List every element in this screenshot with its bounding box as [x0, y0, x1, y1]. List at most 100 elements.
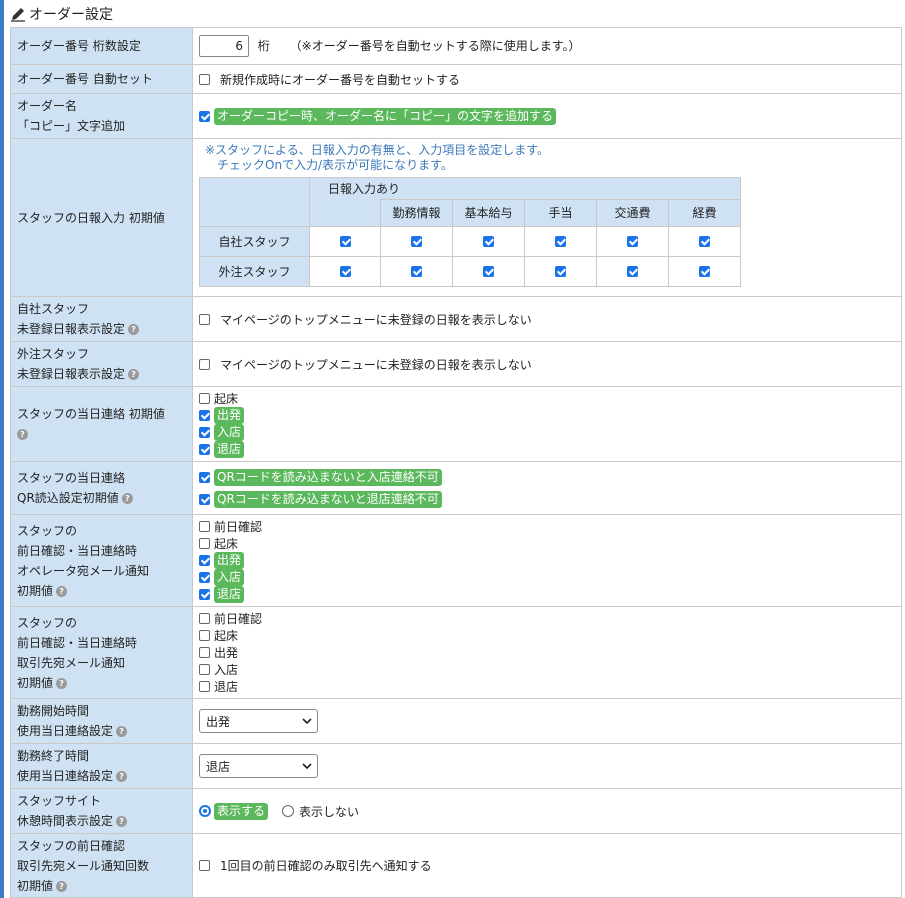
- daily-note-1: ※スタッフによる、日報入力の有無と、入力項目を設定します。: [205, 142, 550, 157]
- clientmail-label-2: 起床: [214, 629, 239, 643]
- end-time-select[interactable]: 退店: [199, 754, 318, 778]
- rest-show-label[interactable]: 表示する: [214, 802, 269, 820]
- start-time-select[interactable]: 出発: [199, 709, 318, 733]
- help-icon[interactable]: ?: [116, 816, 128, 827]
- sameday-option-2[interactable]: 出発: [199, 407, 901, 424]
- opmail-option-4[interactable]: 入店: [199, 569, 901, 586]
- daily-own-col1-checkbox[interactable]: [411, 236, 422, 247]
- label-sameday: スタッフの当日連絡 初期値: [17, 407, 165, 421]
- daily-ext-enabled-checkbox[interactable]: [339, 266, 351, 277]
- label-order-autoset: オーダー番号 自動セット: [10, 64, 193, 94]
- prev-confirm-checkbox[interactable]: [199, 860, 210, 871]
- prev-confirm-label: 1回目の前日確認のみ取引先へ通知する: [220, 859, 432, 873]
- qr-option-1[interactable]: QRコードを読み込まないと入店連絡不可: [199, 466, 901, 488]
- autoset-checkbox[interactable]: [199, 73, 210, 85]
- qr-label-1: QRコードを読み込まないと入店連絡不可: [214, 468, 442, 486]
- help-icon[interactable]: ?: [56, 880, 68, 892]
- label-own-unreg-1: 自社スタッフ: [17, 302, 90, 316]
- prev-confirm-option[interactable]: 1回目の前日確認のみ取引先へ通知する: [199, 857, 901, 874]
- opmail-option-1[interactable]: 前日確認: [199, 518, 901, 535]
- own-unreg-checkbox[interactable]: [199, 313, 210, 325]
- ext-unreg-option[interactable]: マイページのトップメニューに未登録の日報を表示しない: [199, 356, 901, 373]
- clientmail-checkbox-1[interactable]: [199, 613, 210, 624]
- daily-ext-col1-checkbox[interactable]: [411, 266, 422, 277]
- order-settings-page: オーダー設定 オーダー番号 桁数設定 6 桁 （※オーダー番号を自動セットする際…: [0, 0, 905, 898]
- help-icon[interactable]: ?: [17, 429, 28, 440]
- qr-option-2[interactable]: QRコードを読み込まないと退店連絡不可: [199, 488, 901, 510]
- row-daily-report: スタッフの日報入力 初期値 ※スタッフによる、日報入力の有無と、入力項目を設定し…: [10, 138, 902, 297]
- copyname-checkbox[interactable]: [199, 110, 210, 122]
- daily-own-col4-checkbox[interactable]: [627, 236, 638, 247]
- clientmail-option-2[interactable]: 起床: [199, 627, 901, 644]
- start-time-selected: 出発: [206, 714, 231, 729]
- copyname-option[interactable]: オーダーコピー時、オーダー名に「コピー」の文字を追加する: [199, 107, 901, 125]
- daily-ext-col2-checkbox[interactable]: [483, 266, 494, 277]
- help-icon[interactable]: ?: [116, 726, 128, 737]
- clientmail-checkbox-3[interactable]: [199, 647, 210, 658]
- daily-own-enabled-checkbox[interactable]: [339, 236, 351, 247]
- label-prev-2: 取引先宛メール通知回数: [17, 858, 150, 873]
- sameday-checkbox-2[interactable]: [199, 410, 210, 421]
- label-start-2: 使用当日連絡設定: [17, 724, 114, 738]
- qr-checkbox-1[interactable]: [199, 471, 210, 483]
- row-end-time: 勤務終了時間 使用当日連絡設定? 退店: [10, 743, 902, 789]
- help-icon[interactable]: ?: [128, 324, 140, 335]
- opmail-label-1: 前日確認: [214, 520, 263, 534]
- digits-input[interactable]: 6: [199, 35, 249, 57]
- clientmail-option-3[interactable]: 出発: [199, 644, 901, 661]
- label-rest-2: 休憩時間表示設定: [17, 814, 114, 828]
- help-icon[interactable]: ?: [116, 771, 128, 782]
- sameday-checkbox-4[interactable]: [199, 444, 210, 455]
- daily-ext-col3-checkbox[interactable]: [555, 266, 566, 277]
- rest-show-radio[interactable]: [199, 805, 211, 817]
- sameday-option-4[interactable]: 退店: [199, 441, 901, 458]
- opmail-checkbox-2[interactable]: [199, 538, 210, 549]
- daily-own-col2-checkbox[interactable]: [483, 236, 494, 247]
- label-copy-name-2: 「コピー」文字追加: [17, 119, 126, 133]
- opmail-checkbox-3[interactable]: [199, 555, 210, 566]
- own-unreg-label: マイページのトップメニューに未登録の日報を表示しない: [220, 312, 532, 327]
- help-icon[interactable]: ?: [121, 493, 133, 504]
- sameday-checkbox-3[interactable]: [199, 427, 210, 438]
- qr-label-2: QRコードを読み込まないと退店連絡不可: [214, 490, 442, 508]
- ext-unreg-checkbox[interactable]: [199, 358, 210, 370]
- clientmail-option-1[interactable]: 前日確認: [199, 610, 901, 627]
- daily-group-header: 日報入力あり: [309, 176, 741, 199]
- rest-hide-radio[interactable]: [282, 805, 295, 817]
- opmail-option-2[interactable]: 起床: [199, 535, 901, 552]
- row-order-digits: オーダー番号 桁数設定 6 桁 （※オーダー番号を自動セットする際に使用します。…: [10, 27, 902, 65]
- sameday-checkbox-1[interactable]: [199, 393, 210, 404]
- opmail-checkbox-1[interactable]: [199, 521, 210, 532]
- daily-own-col3-checkbox[interactable]: [555, 236, 566, 247]
- clientmail-checkbox-2[interactable]: [199, 630, 210, 641]
- own-unreg-option[interactable]: マイページのトップメニューに未登録の日報を表示しない: [199, 311, 901, 328]
- autoset-option[interactable]: 新規作成時にオーダー番号を自動セットする: [199, 71, 901, 88]
- opmail-checkbox-5[interactable]: [199, 589, 210, 600]
- chevron-down-icon: [302, 763, 312, 769]
- sameday-option-1[interactable]: 起床: [199, 390, 901, 407]
- help-icon[interactable]: ?: [128, 369, 140, 380]
- opmail-option-3[interactable]: 出発: [199, 552, 901, 569]
- help-icon[interactable]: ?: [56, 585, 68, 597]
- opmail-option-5[interactable]: 退店: [199, 586, 901, 603]
- row-qr-setting: スタッフの当日連絡 QR読込設定初期値? QRコードを読み込まないと入店連絡不可…: [10, 461, 902, 515]
- sameday-option-3[interactable]: 入店: [199, 424, 901, 441]
- clientmail-checkbox-4[interactable]: [199, 664, 210, 675]
- help-icon[interactable]: ?: [56, 677, 68, 689]
- clientmail-label-1: 前日確認: [214, 612, 263, 626]
- clientmail-option-4[interactable]: 入店: [199, 661, 901, 678]
- label-end-2: 使用当日連絡設定: [17, 769, 114, 783]
- label-clientmail-2: 前日確認・当日連絡時: [17, 635, 138, 650]
- daily-col-5: 経費: [668, 198, 741, 227]
- daily-own-col5-checkbox[interactable]: [699, 236, 710, 247]
- row-start-time: 勤務開始時間 使用当日連絡設定? 出発: [10, 698, 902, 744]
- digits-unit: 桁: [257, 38, 270, 53]
- daily-col-1: 勤務情報: [380, 198, 453, 227]
- daily-ext-col5-checkbox[interactable]: [699, 266, 710, 277]
- clientmail-checkbox-5[interactable]: [199, 681, 210, 692]
- clientmail-option-5[interactable]: 退店: [199, 678, 901, 695]
- daily-ext-col4-checkbox[interactable]: [627, 266, 638, 277]
- rest-hide-label[interactable]: 表示しない: [299, 803, 359, 820]
- qr-checkbox-2[interactable]: [199, 493, 210, 505]
- opmail-checkbox-4[interactable]: [199, 572, 210, 583]
